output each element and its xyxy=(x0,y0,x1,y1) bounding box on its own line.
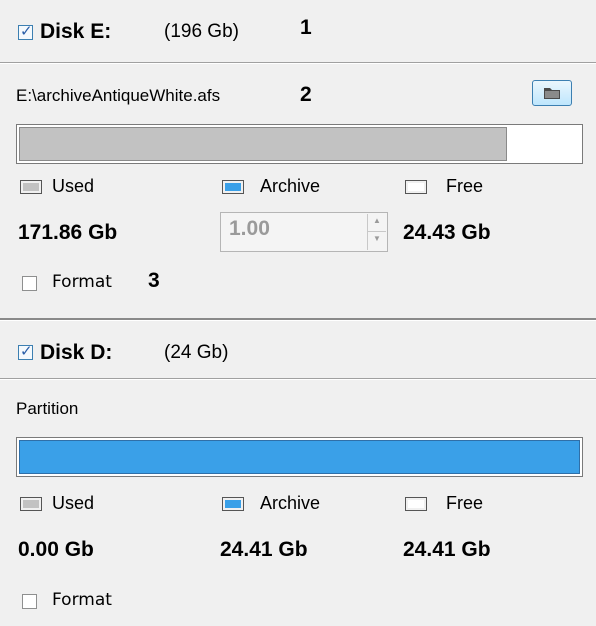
disk-d-size: (24 Gb) xyxy=(164,342,229,363)
disk-d-title: Disk D: xyxy=(40,341,113,364)
disk-e-format-checkbox[interactable] xyxy=(22,276,37,291)
annotation-2: 2 xyxy=(300,83,312,106)
disk-d-archive-fill xyxy=(19,440,580,474)
legend-used: Used xyxy=(52,493,95,513)
divider xyxy=(0,379,596,380)
disk-e-usage-bar xyxy=(16,124,583,164)
disk-e-title: Disk E: xyxy=(40,20,112,43)
legend-archive: Archive xyxy=(260,493,321,513)
archive-size-spinner[interactable]: 1.00 ▲ ▼ xyxy=(220,212,388,252)
legend-used: Used xyxy=(52,176,95,196)
folder-icon xyxy=(544,88,560,99)
disk-e-size: (196 Gb) xyxy=(164,21,239,42)
free-swatch xyxy=(405,497,427,511)
spinner-buttons: ▲ ▼ xyxy=(367,214,386,250)
browse-folder-button[interactable] xyxy=(532,80,572,106)
legend-free: Free xyxy=(446,493,484,513)
legend-free: Free xyxy=(446,176,484,196)
legend-archive: Archive xyxy=(260,176,321,196)
used-swatch xyxy=(20,180,42,194)
archive-path: E:\archiveAntiqueWhite.afs xyxy=(16,86,221,105)
disk-e-format-label: Format xyxy=(52,272,112,292)
archive-size-value: 1.00 xyxy=(229,217,270,240)
disk-d-usage-bar xyxy=(16,437,583,477)
annotation-1: 1 xyxy=(300,16,312,39)
disk-d-checkbox[interactable]: ✓ xyxy=(18,343,33,360)
disk-e-checkbox[interactable]: ✓ xyxy=(18,23,33,40)
disk-d-archive-value: 24.41 Gb xyxy=(220,538,308,561)
disk-e-free-value: 24.43 Gb xyxy=(403,221,491,244)
archive-swatch xyxy=(222,497,244,511)
disk-d-format-checkbox[interactable] xyxy=(22,594,37,609)
free-swatch xyxy=(405,180,427,194)
disk-d-used-value: 0.00 Gb xyxy=(18,538,94,561)
check-mark-icon: ✓ xyxy=(20,23,33,40)
spin-down-icon[interactable]: ▼ xyxy=(368,232,386,250)
check-mark-icon: ✓ xyxy=(20,343,33,360)
divider xyxy=(0,63,596,64)
archive-swatch xyxy=(222,180,244,194)
disk-d-format-label: Format xyxy=(52,590,112,610)
disk-e-used-value: 171.86 Gb xyxy=(18,221,118,244)
partition-label: Partition xyxy=(16,399,79,418)
disk-d-free-value: 24.41 Gb xyxy=(403,538,491,561)
disk-e-used-fill xyxy=(19,127,507,161)
divider xyxy=(0,320,596,321)
spin-up-icon[interactable]: ▲ xyxy=(368,214,386,232)
annotation-3: 3 xyxy=(148,269,160,292)
used-swatch xyxy=(20,497,42,511)
